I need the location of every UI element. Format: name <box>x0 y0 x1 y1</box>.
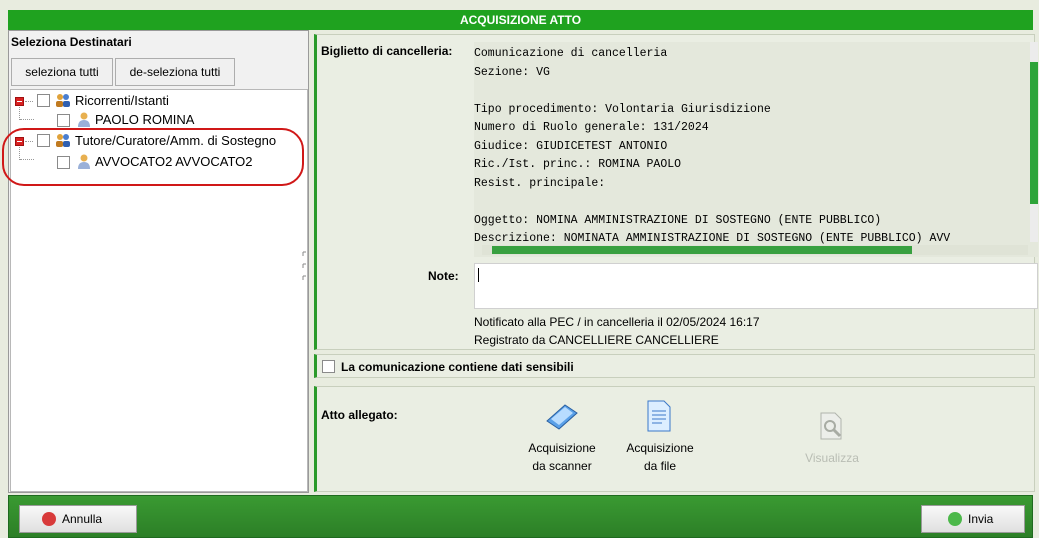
sensitive-data-section: La comunicazione contiene dati sensibili <box>314 354 1035 378</box>
tree-item-avvocato2[interactable]: AVVOCATO2 AVVOCATO2 <box>11 153 301 171</box>
recipient-label: PAOLO ROMINA <box>95 112 195 127</box>
recipient-label: AVVOCATO2 AVVOCATO2 <box>95 154 253 169</box>
vertical-scrollbar[interactable] <box>1030 42 1038 242</box>
recipient-checkbox[interactable] <box>57 114 70 127</box>
document-icon <box>647 400 671 432</box>
cancel-icon <box>42 512 56 526</box>
attachment-label: Atto allegato: <box>321 408 398 422</box>
recipients-heading: Seleziona Destinatari <box>11 35 132 49</box>
splitter-grip-icon[interactable] <box>302 250 307 284</box>
collapse-icon[interactable] <box>15 137 24 146</box>
attachment-section: Atto allegato: Acquisizione da scanner A… <box>314 386 1035 492</box>
biglietto-text: Comunicazione di cancelleria Sezione: VG… <box>474 47 951 245</box>
recipients-panel: Seleziona Destinatari seleziona tutti de… <box>8 30 309 493</box>
group-label: Ricorrenti/Istanti <box>75 93 169 108</box>
file-acquire-button[interactable]: Acquisizione da file <box>615 395 705 481</box>
sensitive-data-label[interactable]: La comunicazione contiene dati sensibili <box>341 360 574 374</box>
user-icon <box>78 112 90 127</box>
send-label: Invia <box>968 512 994 526</box>
view-button[interactable]: Visualizza <box>787 409 877 469</box>
note-input[interactable] <box>474 263 1038 309</box>
file-label-2: da file <box>643 459 677 473</box>
notified-text: Notificato alla PEC / in cancelleria il … <box>474 315 760 329</box>
group-checkbox[interactable] <box>37 134 50 147</box>
scan-acquire-button[interactable]: Acquisizione da scanner <box>517 395 607 481</box>
sensitive-data-checkbox[interactable] <box>322 360 335 373</box>
group-users-icon <box>56 94 70 107</box>
group-users-icon <box>56 134 70 147</box>
check-icon <box>948 512 962 526</box>
registered-text: Registrato da CANCELLIERE CANCELLIERE <box>474 333 719 347</box>
communication-section: Biglietto di cancelleria: Comunicazione … <box>314 34 1038 350</box>
footer-bar: Annulla Invia <box>8 495 1033 538</box>
tree-group-tutore[interactable]: Tutore/Curatore/Amm. di Sostegno <box>11 132 307 150</box>
group-checkbox[interactable] <box>37 94 50 107</box>
tree-group-ricorrenti[interactable]: Ricorrenti/Istanti <box>11 92 301 110</box>
deselect-all-button[interactable]: de-seleziona tutti <box>115 58 235 86</box>
scan-label-2: da scanner <box>532 459 592 473</box>
biglietto-label: Biglietto di cancelleria: <box>321 44 453 58</box>
recipient-checkbox[interactable] <box>57 156 70 169</box>
details-panel: Biglietto di cancelleria: Comunicazione … <box>314 30 1038 493</box>
tree-item-paolo-romina[interactable]: PAOLO ROMINA <box>11 111 301 129</box>
text-caret <box>478 268 479 282</box>
recipients-tree: Ricorrenti/Istanti PAOLO ROMINA Tutore/C… <box>10 89 308 492</box>
window-title: ACQUISIZIONE ATTO <box>8 10 1033 30</box>
view-document-icon <box>820 412 842 440</box>
cancel-button[interactable]: Annulla <box>19 505 137 533</box>
biglietto-text-area[interactable]: Comunicazione di cancelleria Sezione: VG… <box>474 42 1038 257</box>
horizontal-scrollbar[interactable] <box>482 245 1028 255</box>
send-button[interactable]: Invia <box>921 505 1025 533</box>
group-label: Tutore/Curatore/Amm. di Sostegno <box>75 133 277 148</box>
user-icon <box>78 154 90 169</box>
file-label-1: Acquisizione <box>626 441 694 455</box>
scan-label-1: Acquisizione <box>528 441 596 455</box>
scanner-icon <box>546 404 578 430</box>
note-label: Note: <box>428 269 459 283</box>
view-label: Visualizza <box>805 451 859 465</box>
cancel-label: Annulla <box>62 512 103 526</box>
select-all-button[interactable]: seleziona tutti <box>11 58 113 86</box>
collapse-icon[interactable] <box>15 97 24 106</box>
